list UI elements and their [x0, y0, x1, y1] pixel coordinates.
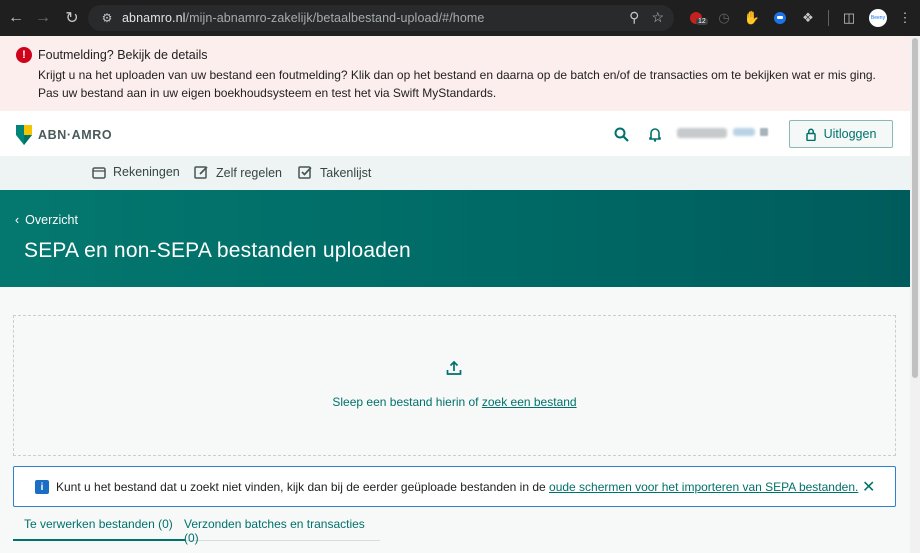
back-to-overview-link[interactable]: ‹ Overzicht [15, 213, 78, 227]
main-navigation: Rekeningen Zelf regelen Takenlijst [0, 156, 920, 190]
timer-extension-icon[interactable]: ◷ [714, 8, 734, 28]
chevron-left-icon: ‹ [15, 213, 20, 227]
logout-button[interactable]: Uitloggen [789, 120, 893, 148]
extensions-puzzle-icon[interactable]: ❖ [798, 8, 818, 28]
main-content: Sleep een bestand hierin of zoek een bes… [0, 287, 910, 553]
logout-label: Uitloggen [823, 127, 877, 141]
file-tabs: Te verwerken bestanden (0) Verzonden bat… [13, 513, 380, 545]
browse-file-link[interactable]: zoek een bestand [482, 395, 577, 409]
page-scrollbar[interactable] [910, 36, 920, 553]
address-bar[interactable]: ⚙ abnamro.nl/mijn-abnamro-zakelijk/betaa… [88, 5, 674, 31]
error-title: Foutmelding? Bekijk de details [38, 48, 208, 62]
browser-menu-icon[interactable]: ⋮ [895, 8, 915, 28]
extension-red-icon[interactable]: 12 [686, 8, 708, 28]
browser-toolbar: ← → ↻ ⚙ abnamro.nl/mijn-abnamro-zakelijk… [0, 0, 920, 36]
site-header: ABN·AMRO Uitloggen [0, 111, 920, 165]
checklist-icon [298, 166, 312, 179]
dropzone-text: Sleep een bestand hierin of zoek een bes… [332, 395, 577, 409]
lock-icon [805, 128, 816, 141]
search-icon[interactable] [612, 125, 630, 143]
page-title: SEPA en non-SEPA bestanden uploaden [24, 239, 411, 262]
user-extra-blurred [760, 128, 768, 136]
nav-label: Rekeningen [113, 165, 180, 179]
zoom-search-icon[interactable]: ⚲ [629, 9, 639, 26]
nav-item-rekeningen[interactable]: Rekeningen [92, 165, 180, 179]
side-panel-icon[interactable]: ◫ [839, 8, 859, 28]
close-icon[interactable]: ✕ [862, 477, 875, 497]
upload-icon [446, 360, 462, 375]
forward-arrow-icon[interactable]: → [30, 5, 56, 31]
brand-name: ABN·AMRO [38, 128, 113, 142]
nav-label: Takenlijst [320, 165, 372, 180]
back-arrow-icon[interactable]: ← [3, 5, 29, 31]
info-notice: i Kunt u het bestand dat u zoekt niet vi… [13, 466, 896, 507]
site-settings-icon[interactable]: ⚙ [96, 11, 118, 25]
nav-item-zelf-regelen[interactable]: Zelf regelen [194, 165, 282, 180]
bell-icon[interactable] [646, 125, 664, 143]
wallet-icon [92, 166, 106, 179]
user-company-blurred [733, 128, 755, 136]
back-label: Overzicht [25, 213, 78, 227]
profile-avatar[interactable]: Beeny [869, 9, 887, 27]
page-hero: ‹ Overzicht SEPA en non-SEPA bestanden u… [0, 190, 910, 287]
old-import-screens-link[interactable]: oude schermen voor het importeren van SE… [549, 480, 858, 494]
file-dropzone[interactable]: Sleep een bestand hierin of zoek een bes… [13, 315, 896, 456]
chat-extension-icon[interactable] [770, 8, 790, 28]
info-icon: i [35, 480, 49, 494]
tab-te-verwerken[interactable]: Te verwerken bestanden (0) [13, 517, 185, 541]
abn-amro-logo[interactable]: ABN·AMRO [16, 125, 112, 145]
scrollbar-thumb[interactable] [912, 38, 918, 378]
tab-verzonden[interactable]: Verzonden batches en transacties (0) [184, 517, 380, 553]
url-text: abnamro.nl/mijn-abnamro-zakelijk/betaalb… [122, 11, 485, 25]
error-notice-banner: ! Foutmelding? Bekijk de details Krijgt … [0, 36, 920, 111]
nav-label: Zelf regelen [216, 165, 283, 180]
bookmark-star-icon[interactable]: ☆ [651, 9, 664, 26]
info-text: Kunt u het bestand dat u zoekt niet vind… [56, 480, 859, 494]
error-icon: ! [16, 47, 32, 63]
reload-icon[interactable]: ↻ [59, 5, 85, 31]
hand-extension-icon[interactable]: ✋ [742, 8, 762, 28]
extension-badge: 12 [696, 18, 708, 25]
error-description: Krijgt u na het uploaden van uw bestand … [38, 68, 876, 100]
edit-icon [194, 166, 208, 179]
shield-logo-icon [16, 125, 32, 145]
user-name-blurred [677, 128, 727, 138]
nav-item-takenlijst[interactable]: Takenlijst [298, 165, 371, 180]
toolbar-separator [828, 10, 829, 26]
